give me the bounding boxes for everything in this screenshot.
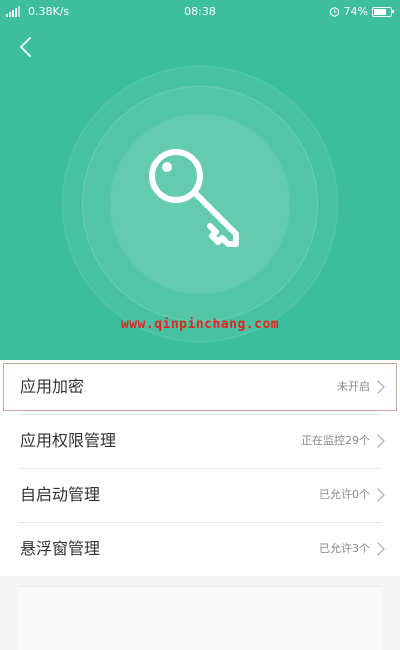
chevron-right-icon bbox=[377, 434, 385, 448]
status-bar: 0.38K/s 08:38 74% bbox=[0, 0, 400, 24]
back-arrow-icon bbox=[20, 37, 31, 57]
battery-icon bbox=[372, 6, 394, 17]
menu-item-floating-window[interactable]: 悬浮窗管理 已允许3个 bbox=[0, 522, 400, 576]
chevron-right-icon bbox=[377, 542, 385, 556]
battery-percent: 74% bbox=[343, 5, 368, 18]
menu-item-status: 已允许3个 bbox=[319, 542, 370, 555]
chevron-right-icon bbox=[377, 488, 385, 502]
watermark-text: www.qinpinchang.com bbox=[120, 317, 280, 332]
menu-item-label: 应用加密 bbox=[20, 377, 85, 396]
menu-item-status: 未开启 bbox=[337, 380, 370, 393]
menu-item-app-permissions[interactable]: 应用权限管理 正在监控29个 bbox=[0, 414, 400, 468]
chevron-right-icon bbox=[377, 380, 385, 394]
hero-header: 0.38K/s 08:38 74% www.qinpinchang.com bbox=[0, 0, 400, 360]
alarm-icon bbox=[329, 7, 339, 17]
menu-item-status: 已允许0个 bbox=[319, 488, 370, 501]
menu-item-status: 正在监控29个 bbox=[301, 434, 370, 447]
menu-item-label: 悬浮窗管理 bbox=[20, 539, 101, 558]
menu-item-label: 自启动管理 bbox=[20, 485, 101, 504]
menu-item-app-encryption[interactable]: 应用加密 未开启 bbox=[0, 360, 400, 414]
key-icon bbox=[149, 149, 239, 247]
app-lock-screen: 0.38K/s 08:38 74% www.qinpinchang.com 应用… bbox=[0, 0, 400, 650]
menu-item-autostart[interactable]: 自启动管理 已允许0个 bbox=[0, 468, 400, 522]
bottom-card bbox=[18, 586, 382, 650]
menu-list: 应用加密 未开启应用权限管理 正在监控29个自启动管理 已允许0个悬浮窗管理 已允许3个 bbox=[0, 360, 400, 576]
back-button[interactable] bbox=[10, 32, 40, 62]
battery-fill bbox=[374, 8, 386, 15]
status-right: 74% bbox=[329, 5, 394, 18]
settings-menu: 应用加密 未开启应用权限管理 正在监控29个自启动管理 已允许0个悬浮窗管理 已允许3个 bbox=[0, 360, 400, 650]
menu-item-label: 应用权限管理 bbox=[20, 431, 117, 450]
